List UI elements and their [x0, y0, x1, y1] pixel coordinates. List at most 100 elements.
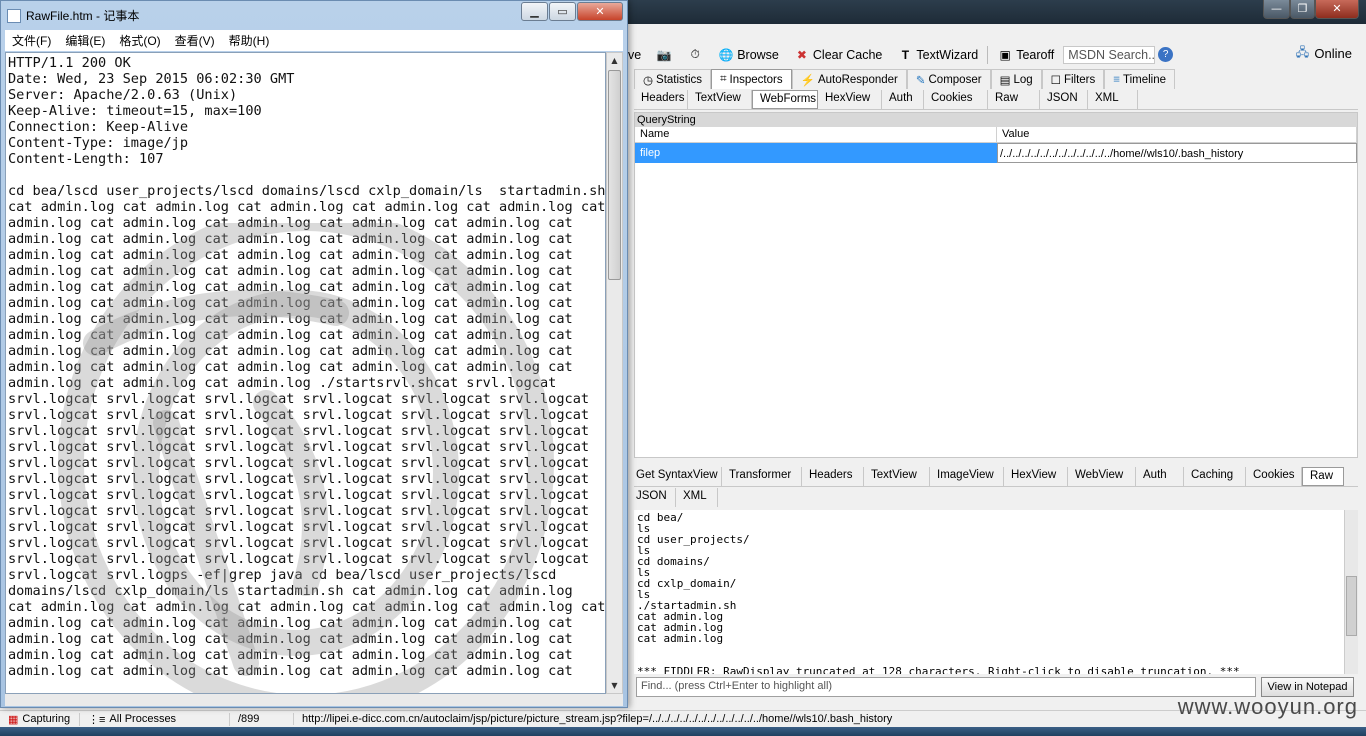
- tab-autoresponder[interactable]: ⚡ AutoResponder: [791, 69, 907, 89]
- tab-label: Composer: [928, 73, 982, 86]
- tab-composer[interactable]: ✎ Composer: [906, 69, 991, 89]
- windows-taskbar[interactable]: [0, 727, 1366, 736]
- fiddler-close-button[interactable]: ✕: [1315, 0, 1359, 19]
- notepad-app-icon: [7, 8, 21, 23]
- scroll-up-arrow-icon[interactable]: ▲: [607, 53, 622, 68]
- tab-label: Inspectors: [729, 73, 783, 86]
- resp-tab-cookies[interactable]: Cookies: [1246, 467, 1302, 486]
- resp-tab-caching[interactable]: Caching: [1184, 467, 1246, 486]
- composer-icon: ✎: [915, 74, 926, 87]
- resp-tab-webview[interactable]: WebView: [1068, 467, 1136, 486]
- req-tab-raw[interactable]: Raw: [988, 90, 1040, 109]
- camera-icon: 📷: [656, 47, 672, 62]
- find-input[interactable]: Find... (press Ctrl+Enter to highlight a…: [636, 677, 1256, 697]
- notepad-title: RawFile.htm - 记事本: [26, 9, 140, 23]
- msdn-search-input[interactable]: MSDN Search...: [1063, 45, 1156, 64]
- main-tabs: ◷ Statistics ⌗ Inspectors ⚡ AutoResponder ✎…: [634, 69, 1175, 89]
- resp-tab-hexview[interactable]: HexView: [1004, 467, 1068, 486]
- response-tabs-row2: JSON XML: [634, 488, 718, 507]
- menu-help[interactable]: 帮助(H): [222, 32, 277, 49]
- online-indicator[interactable]: 🖧 Online: [1294, 45, 1352, 61]
- req-tab-cookies[interactable]: Cookies: [924, 90, 988, 109]
- toolbar-screenshot-button[interactable]: 📷: [650, 47, 678, 63]
- resp-tab-syntaxview[interactable]: Get SyntaxView: [634, 467, 722, 486]
- textwizard-icon: T: [901, 47, 910, 62]
- querystring-panel: QueryString Name Value filep /../../../.…: [634, 112, 1358, 458]
- req-tab-json[interactable]: JSON: [1040, 90, 1088, 109]
- param-name-cell[interactable]: filep: [635, 143, 997, 163]
- scroll-down-arrow-icon[interactable]: ▼: [607, 678, 622, 693]
- table-row[interactable]: filep /../../../../../../../../../../../…: [635, 143, 1357, 163]
- response-raw-text[interactable]: cd bea/ ls cd user_projects/ ls cd domai…: [634, 510, 1344, 674]
- notepad-maximize-button[interactable]: ▭: [549, 2, 576, 21]
- notepad-text-area[interactable]: HTTP/1.1 200 OK Date: Wed, 23 Sep 2015 0…: [5, 52, 606, 694]
- resp-tab-json[interactable]: JSON: [634, 488, 676, 507]
- clear-cache-label: Clear Cache: [812, 47, 883, 62]
- menu-file[interactable]: 文件(F): [5, 32, 58, 49]
- tab-inspectors[interactable]: ⌗ Inspectors: [711, 69, 792, 89]
- resp-tab-raw[interactable]: Raw: [1302, 467, 1344, 486]
- help-icon[interactable]: ?: [1158, 47, 1174, 62]
- tearoff-button[interactable]: ▣ Tearoff: [991, 47, 1060, 63]
- tab-statistics[interactable]: ◷ Statistics: [634, 69, 712, 89]
- globe-icon: 🌐: [718, 47, 734, 62]
- clear-cache-button[interactable]: ✖ Clear Cache: [788, 47, 888, 63]
- notepad-minimize-button[interactable]: ▁: [521, 2, 548, 21]
- notepad-content[interactable]: HTTP/1.1 200 OK Date: Wed, 23 Sep 2015 0…: [6, 53, 605, 679]
- tab-timeline[interactable]: ≡ Timeline: [1104, 69, 1175, 89]
- toolbar-timer-button[interactable]: ⏱: [681, 47, 709, 63]
- fiddler-maximize-button[interactable]: ❐: [1290, 0, 1315, 19]
- resp-tab-xml[interactable]: XML: [676, 488, 718, 507]
- response-scrollbar[interactable]: [1344, 510, 1358, 674]
- req-tab-hexview[interactable]: HexView: [818, 90, 882, 109]
- processes-label: All Processes: [109, 713, 177, 725]
- resp-tab-transformer[interactable]: Transformer: [722, 467, 802, 486]
- timeline-icon: ≡: [1113, 73, 1120, 86]
- tab-log[interactable]: ▤ Log: [990, 69, 1042, 89]
- notepad-vertical-scrollbar[interactable]: ▲ ▼: [606, 52, 623, 694]
- tab-label: Filters: [1063, 73, 1096, 86]
- toolbar-partial-label: ve: [628, 47, 642, 62]
- param-value-cell[interactable]: /../../../../../../../../../../../../hom…: [997, 143, 1357, 163]
- inspectors-icon: ⌗: [720, 73, 727, 85]
- req-tab-xml[interactable]: XML: [1088, 90, 1138, 109]
- resp-tab-imageview[interactable]: ImageView: [930, 467, 1004, 486]
- capturing-toggle[interactable]: ▦ Capturing: [0, 712, 80, 726]
- lightning-icon: ⚡: [800, 74, 815, 87]
- col-name-header[interactable]: Name: [635, 127, 997, 142]
- menu-view[interactable]: 查看(V): [168, 32, 222, 49]
- menu-format[interactable]: 格式(O): [112, 32, 167, 49]
- notepad-menubar: 文件(F) 编辑(E) 格式(O) 查看(V) 帮助(H): [5, 30, 623, 51]
- scrollbar-thumb[interactable]: [608, 70, 621, 280]
- req-tab-auth[interactable]: Auth: [882, 90, 924, 109]
- tab-filters[interactable]: ☐ Filters: [1041, 69, 1105, 89]
- process-filter[interactable]: ⋮≡ All Processes: [80, 712, 230, 726]
- watermark: www.wooyun.org: [1177, 694, 1358, 719]
- req-tab-headers[interactable]: Headers: [634, 90, 688, 109]
- statistics-icon: ◷: [643, 74, 654, 87]
- textwizard-label: TextWizard: [916, 47, 979, 62]
- resp-tab-headers[interactable]: Headers: [802, 467, 864, 486]
- request-tabs: Headers TextView WebForms HexView Auth C…: [634, 90, 1358, 110]
- scrollbar-thumb[interactable]: [1346, 576, 1357, 636]
- clear-cache-icon: ✖: [796, 47, 807, 62]
- resp-tab-auth[interactable]: Auth: [1136, 467, 1184, 486]
- capture-icon: ▦: [8, 713, 19, 726]
- col-value-header[interactable]: Value: [997, 127, 1357, 142]
- resp-tab-textview[interactable]: TextView: [864, 467, 930, 486]
- menu-edit[interactable]: 编辑(E): [58, 32, 112, 49]
- browse-label: Browse: [737, 47, 779, 62]
- req-tab-webforms[interactable]: WebForms: [752, 90, 818, 109]
- notepad-horizontal-scrollbar[interactable]: [5, 694, 623, 706]
- online-label: Online: [1314, 45, 1352, 61]
- fiddler-minimize-button[interactable]: —: [1263, 0, 1290, 19]
- browse-button[interactable]: 🌐 Browse: [712, 47, 785, 63]
- notepad-titlebar: RawFile.htm - 记事本: [7, 7, 139, 24]
- log-icon: ▤: [999, 74, 1011, 87]
- querystring-header: Name Value: [635, 127, 1357, 143]
- notepad-close-button[interactable]: ✕: [577, 2, 623, 21]
- tearoff-label: Tearoff: [1016, 47, 1055, 62]
- textwizard-button[interactable]: T TextWizard: [891, 47, 984, 63]
- tearoff-icon: ▣: [999, 47, 1011, 62]
- req-tab-textview[interactable]: TextView: [688, 90, 752, 109]
